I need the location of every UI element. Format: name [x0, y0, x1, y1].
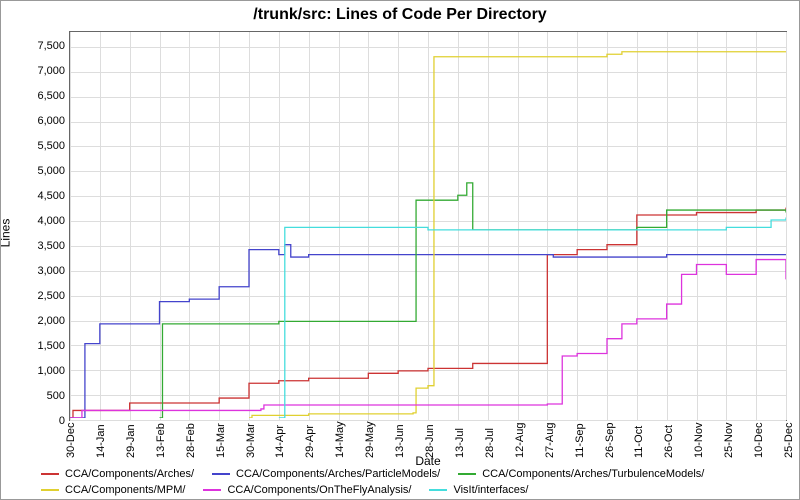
legend-item: VisIt/interfaces/: [429, 484, 528, 496]
legend-swatch: [458, 473, 476, 475]
x-tick: 29-May: [364, 421, 376, 458]
plot-area: [69, 31, 787, 421]
y-tick: 7,500: [37, 40, 65, 52]
x-tick: 14-Jan: [95, 424, 107, 458]
gridline-v: [786, 32, 787, 420]
x-tick: 29-Jan: [125, 424, 137, 458]
legend-item: CCA/Components/Arches/ParticleModels/: [212, 468, 440, 480]
x-tick: 11-Oct: [633, 426, 645, 458]
x-axis: Date 30-Dec14-Jan29-Jan13-Feb28-Feb15-Ma…: [69, 421, 787, 466]
legend-swatch: [212, 473, 230, 475]
ylabel-wrap: Lines: [1, 31, 23, 421]
legend-swatch: [41, 473, 59, 475]
x-tick: 13-Jun: [394, 424, 406, 458]
legend: CCA/Components/Arches/CCA/Components/Arc…: [1, 466, 799, 500]
x-tick: 11-Sep: [574, 423, 586, 458]
x-tick: 26-Oct: [663, 425, 675, 458]
y-tick: 3,000: [37, 265, 65, 277]
x-tick: 15-Mar: [215, 423, 227, 458]
legend-label: CCA/Components/Arches/ParticleModels/: [236, 468, 440, 480]
series-line: [70, 245, 786, 418]
x-tick: 28-Jun: [424, 424, 436, 458]
y-tick: 5,500: [37, 140, 65, 152]
series-line: [279, 218, 786, 418]
y-axis-label: Lines: [0, 219, 12, 248]
x-tick: 10-Nov: [693, 423, 705, 458]
chart-lines-svg: [70, 32, 786, 418]
y-tick: 2,000: [37, 315, 65, 327]
y-axis: 05001,0001,5002,0002,5003,0003,5004,0004…: [23, 31, 69, 421]
y-tick: 7,000: [37, 65, 65, 77]
legend-label: CCA/Components/OnTheFlyAnalysis/: [227, 484, 411, 496]
x-tick: 30-Dec: [65, 423, 77, 458]
y-tick: 1,500: [37, 340, 65, 352]
x-tick: 25-Dec: [783, 423, 795, 458]
y-tick: 500: [47, 390, 65, 402]
x-tick: 12-Aug: [514, 423, 526, 458]
y-tick: 4,500: [37, 190, 65, 202]
x-tick: 14-May: [334, 421, 346, 458]
chart-title: /trunk/src: Lines of Code Per Directory: [1, 1, 799, 31]
legend-label: VisIt/interfaces/: [453, 484, 528, 496]
x-tick: 28-Feb: [185, 423, 197, 458]
y-tick: 6,500: [37, 90, 65, 102]
y-tick: 6,000: [37, 115, 65, 127]
plot-row: Lines 05001,0001,5002,0002,5003,0003,500…: [1, 31, 799, 421]
legend-item: CCA/Components/Arches/: [41, 468, 194, 480]
y-tick: 2,500: [37, 290, 65, 302]
xaxis-row: Date 30-Dec14-Jan29-Jan13-Feb28-Feb15-Ma…: [1, 421, 799, 466]
legend-swatch: [41, 489, 59, 491]
x-tick: 13-Feb: [155, 423, 167, 458]
y-tick: 5,000: [37, 165, 65, 177]
legend-label: CCA/Components/Arches/: [65, 468, 194, 480]
x-tick: 27-Aug: [544, 423, 556, 458]
legend-item: CCA/Components/MPM/: [41, 484, 185, 496]
x-tick: 26-Sep: [604, 423, 616, 458]
legend-label: CCA/Components/MPM/: [65, 484, 185, 496]
y-tick: 4,000: [37, 215, 65, 227]
x-tick: 13-Jul: [454, 428, 466, 458]
x-tick: 14-Apr: [274, 425, 286, 458]
x-tick: 29-Apr: [304, 425, 316, 458]
legend-item: CCA/Components/Arches/TurbulenceModels/: [458, 468, 704, 480]
legend-item: CCA/Components/OnTheFlyAnalysis/: [203, 484, 411, 496]
chart-container: /trunk/src: Lines of Code Per Directory …: [0, 0, 800, 500]
x-tick: 28-Jul: [484, 428, 496, 458]
legend-swatch: [429, 489, 447, 491]
series-line: [70, 260, 786, 418]
legend-swatch: [203, 489, 221, 491]
x-tick: 30-Mar: [245, 423, 257, 458]
x-tick: 10-Dec: [753, 423, 765, 458]
x-tick: 25-Nov: [723, 423, 735, 458]
legend-label: CCA/Components/Arches/TurbulenceModels/: [482, 468, 704, 480]
y-tick: 1,000: [37, 365, 65, 377]
y-tick: 3,500: [37, 240, 65, 252]
